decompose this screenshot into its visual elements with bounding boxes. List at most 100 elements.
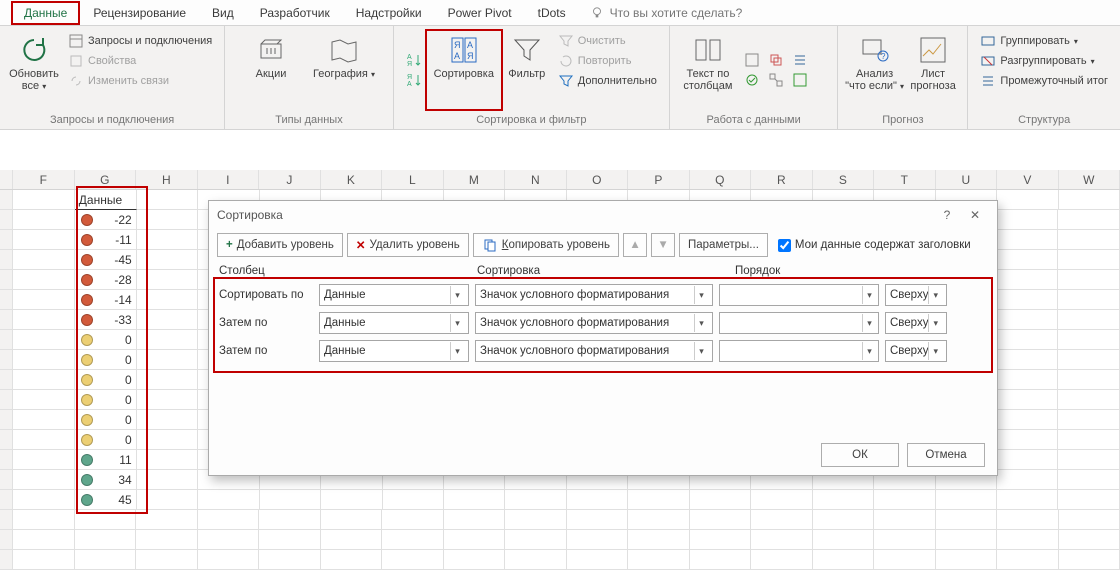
empty-cell[interactable] [1058, 390, 1119, 410]
empty-cell[interactable] [137, 370, 198, 390]
col-header[interactable]: V [997, 170, 1059, 189]
sort-dialog-button[interactable]: ЯААЯ Сортировка [426, 30, 502, 110]
empty-cell[interactable] [13, 310, 74, 330]
col-header[interactable]: F [13, 170, 75, 189]
empty-cell[interactable] [137, 190, 198, 210]
sort-column-select[interactable]: Данные▾ [319, 312, 469, 334]
empty-cell[interactable] [1059, 530, 1120, 550]
empty-cell[interactable] [997, 250, 1058, 270]
empty-cell[interactable] [813, 530, 874, 550]
empty-cell[interactable] [997, 310, 1058, 330]
col-header[interactable]: L [382, 170, 444, 189]
empty-cell[interactable] [1058, 370, 1119, 390]
tell-me-search[interactable]: Что вы хотите сделать? [590, 6, 743, 20]
close-button[interactable]: ✕ [961, 201, 989, 229]
data-cell[interactable]: 0 [75, 370, 137, 390]
col-header[interactable]: R [751, 170, 813, 189]
empty-cell[interactable] [751, 550, 812, 570]
empty-cell[interactable] [13, 450, 74, 470]
sort-direction-select[interactable]: Сверху▾ [885, 340, 947, 362]
empty-cell[interactable] [382, 530, 443, 550]
sort-column-select[interactable]: Данные▾ [319, 340, 469, 362]
empty-cell[interactable] [997, 470, 1058, 490]
data-cell[interactable]: 0 [75, 390, 137, 410]
empty-cell[interactable] [75, 530, 136, 550]
sort-direction-select[interactable]: Сверху▾ [885, 284, 947, 306]
model-icon[interactable] [792, 72, 808, 88]
empty-cell[interactable] [567, 530, 628, 550]
data-cell[interactable]: 0 [75, 330, 137, 350]
sort-on-select[interactable]: Значок условного форматирования▾ [475, 340, 713, 362]
headers-checkbox[interactable]: Мои данные содержат заголовки [778, 239, 971, 252]
empty-cell[interactable] [136, 550, 197, 570]
empty-cell[interactable] [1058, 270, 1119, 290]
data-cell[interactable]: 0 [75, 350, 137, 370]
empty-cell[interactable] [997, 350, 1058, 370]
geography-button[interactable]: География ▾ [306, 30, 382, 110]
empty-cell[interactable] [628, 550, 689, 570]
tab-review[interactable]: Рецензирование [81, 2, 198, 24]
stocks-button[interactable]: Акции [236, 30, 306, 110]
col-header[interactable]: S [813, 170, 875, 189]
tab-developer[interactable]: Разработчик [248, 2, 342, 24]
empty-cell[interactable] [567, 510, 628, 530]
empty-cell[interactable] [1058, 310, 1119, 330]
col-header[interactable]: U [936, 170, 998, 189]
clear-filter-button[interactable]: Очистить [556, 32, 659, 50]
data-cell[interactable]: 0 [75, 430, 137, 450]
sort-on-select[interactable]: Значок условного форматирования▾ [475, 312, 713, 334]
empty-cell[interactable] [137, 390, 198, 410]
empty-cell[interactable] [137, 310, 198, 330]
empty-cell[interactable] [1058, 210, 1119, 230]
empty-cell[interactable] [628, 490, 689, 510]
empty-cell[interactable] [198, 490, 259, 510]
empty-cell[interactable] [137, 350, 198, 370]
cancel-button[interactable]: Отмена [907, 443, 985, 467]
tab-tdots[interactable]: tDots [526, 2, 578, 24]
empty-cell[interactable] [13, 390, 74, 410]
empty-cell[interactable] [13, 370, 74, 390]
col-header[interactable]: T [874, 170, 936, 189]
empty-cell[interactable] [13, 490, 74, 510]
empty-cell[interactable] [813, 510, 874, 530]
empty-cell[interactable] [382, 510, 443, 530]
empty-cell[interactable] [1058, 290, 1119, 310]
data-cell[interactable]: -22 [75, 210, 137, 230]
empty-cell[interactable] [13, 470, 74, 490]
empty-cell[interactable] [260, 490, 321, 510]
empty-cell[interactable] [137, 490, 198, 510]
empty-cell[interactable] [874, 550, 935, 570]
move-down-button[interactable]: ▼ [651, 233, 675, 257]
empty-cell[interactable] [13, 230, 74, 250]
queries-connections-button[interactable]: Запросы и подключения [66, 32, 214, 50]
empty-cell[interactable] [874, 490, 935, 510]
empty-cell[interactable] [690, 550, 751, 570]
empty-cell[interactable] [690, 530, 751, 550]
data-cell[interactable]: -14 [75, 290, 137, 310]
empty-cell[interactable] [444, 530, 505, 550]
empty-cell[interactable] [1058, 230, 1119, 250]
group-button[interactable]: Группировать ▾ [978, 32, 1110, 50]
dup-icon[interactable] [768, 52, 784, 68]
col-header[interactable]: W [1059, 170, 1120, 189]
filter-button[interactable]: Фильтр [502, 30, 552, 110]
empty-cell[interactable] [997, 210, 1058, 230]
empty-cell[interactable] [383, 490, 444, 510]
empty-cell[interactable] [444, 510, 505, 530]
empty-cell[interactable] [874, 530, 935, 550]
empty-cell[interactable] [137, 230, 198, 250]
empty-cell[interactable] [813, 550, 874, 570]
empty-cell[interactable] [13, 210, 74, 230]
empty-cell[interactable] [259, 550, 320, 570]
empty-cell[interactable] [997, 550, 1058, 570]
empty-cell[interactable] [13, 290, 74, 310]
empty-cell[interactable] [137, 450, 198, 470]
empty-cell[interactable] [567, 550, 628, 570]
col-header[interactable]: H [136, 170, 198, 189]
sort-asc-button[interactable]: АЯ [404, 51, 424, 69]
data-cell[interactable]: -45 [75, 250, 137, 270]
empty-cell[interactable] [997, 410, 1058, 430]
relations-icon[interactable] [768, 72, 784, 88]
empty-cell[interactable] [13, 410, 74, 430]
empty-cell[interactable] [321, 530, 382, 550]
